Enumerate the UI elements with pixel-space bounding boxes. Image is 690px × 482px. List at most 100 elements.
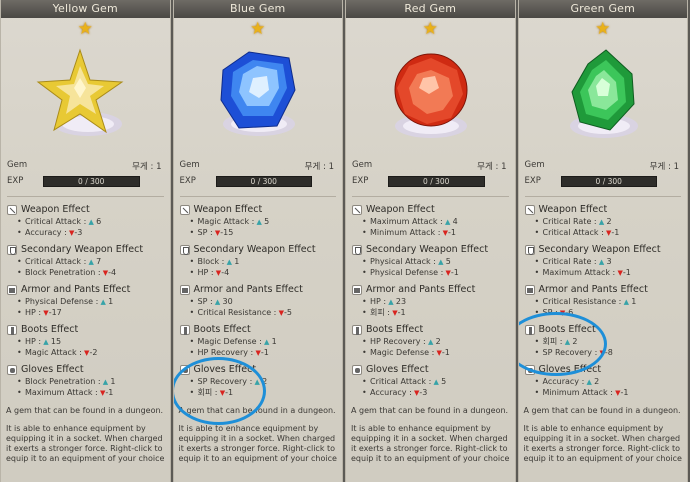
stat-row: Critical Attack : ▲ 7 [7,256,166,267]
stat-value: -5 [283,308,292,317]
secondary-icon [179,244,190,255]
stat-name: Physical Defense : [25,297,99,306]
stat-row: Magic Defense : ▲ 1 [180,336,339,347]
effect-header: Secondary Weapon Effect [352,243,511,256]
arrow-down-icon: ▼ [41,309,49,317]
stat-row: Accuracy : ▼-3 [352,387,511,398]
stat-value: 7 [96,257,102,266]
effect-title: Boots Effect [21,324,79,335]
weight-label: 무게 : 1 [132,162,162,172]
gem-description: A gem that can be found in a dungeon. It… [351,406,511,472]
weight-label: 무게 : 1 [649,162,679,172]
stat-value: -17 [48,308,62,317]
stat-value: 1 [271,337,277,346]
stat-value: -3 [74,228,83,237]
stat-row: Magic Attack : ▲ 5 [180,216,339,227]
arrow-up-icon: ▲ [261,338,272,346]
gem-tooltip-red: Red Gem ★ Gem 무게 : 1 EXP 0 / 300 Weapon … [345,0,516,482]
arrow-up-icon: ▲ [41,338,51,346]
weight-label: 무게 : 1 [304,162,334,172]
stat-row: Accuracy : ▲ 2 [525,376,684,387]
effect-title: Armor and Pants Effect [193,284,303,295]
exp-bar: 0 / 300 [388,176,485,187]
effect-block-secondary: Secondary Weapon EffectBlock : ▲ 1HP : ▼… [179,243,339,283]
stat-name: Block : [197,257,225,266]
stat-value: -1 [611,228,620,237]
stat-value: 4 [452,217,458,226]
yellow-star-gem-icon [1,44,170,144]
stat-name: Accuracy : [370,388,412,397]
effect-header: Armor and Pants Effect [524,283,684,296]
stat-name: Magic Attack : [25,348,82,357]
stat-name: HP Recovery : [370,337,426,346]
stat-name: Critical Attack : [542,228,604,237]
divider [179,196,336,197]
armor-icon [352,284,362,295]
stat-row: Maximum Attack : ▲ 4 [352,216,511,227]
effect-header: Weapon Effect [524,203,684,216]
stat-name: Critical Attack : [25,217,87,226]
exp-bar: 0 / 300 [43,176,140,187]
stat-row: HP : ▼-17 [7,307,166,318]
stat-row: Critical Attack : ▼-1 [525,227,684,238]
tooltip-title: Red Gem [346,0,515,18]
stat-name: Critical Attack : [370,377,432,386]
gem-label: Gem [179,160,200,170]
effect-header: Armor and Pants Effect [7,283,166,296]
exp-label: EXP [524,176,541,186]
arrow-down-icon: ▼ [612,389,621,397]
blue-cushion-gem-icon [174,44,343,144]
desc-line-2: It is able to enhance equipment by equip… [178,424,337,463]
star-icon: ★ [422,19,438,39]
effect-block-weapon: Weapon EffectMagic Attack : ▲ 5SP : ▼-15 [179,203,339,243]
effect-title: Weapon Effect [21,204,90,215]
stat-name: HP : [25,308,42,317]
arrow-up-icon: ▲ [596,258,607,266]
secondary-icon [352,244,362,255]
stat-name: Minimum Attack : [370,228,441,237]
exp-label: EXP [352,176,369,186]
effect-block-secondary: Secondary Weapon EffectPhysical Attack :… [352,243,511,283]
stat-name: 회피 : [370,308,390,317]
boots-icon [7,324,17,335]
stat-row: Maximum Attack : ▼-1 [7,387,166,398]
stat-row: Critical Rate : ▲ 2 [525,216,684,227]
stat-name: HP Recovery : [197,348,254,357]
effect-title: Weapon Effect [193,204,263,215]
exp-row: EXP 0 / 300 [352,176,507,188]
arrow-down-icon: ▼ [100,269,109,277]
effect-block-gloves: Gloves EffectBlock Penetration : ▲ 1Maxi… [7,363,166,403]
stat-value: -1 [441,348,450,357]
desc-line-2: It is able to enhance equipment by equip… [351,424,510,463]
arrow-down-icon: ▼ [440,229,449,237]
effect-title: Weapon Effect [366,204,435,215]
star-icon: ★ [250,19,266,39]
star-icon: ★ [77,19,93,39]
stat-value: -1 [620,388,629,397]
stat-value: -1 [622,268,631,277]
weapon-icon [179,204,190,215]
effect-title: Armor and Pants Effect [21,284,131,295]
stat-value: 3 [606,257,612,266]
effect-header: Boots Effect [352,323,511,336]
gem-type-row: Gem 무게 : 1 [7,160,162,172]
stat-row: Physical Defense : ▼-1 [352,267,511,278]
arrow-up-icon: ▲ [621,298,632,306]
arrow-up-icon: ▲ [442,218,453,226]
desc-line-2: It is able to enhance equipment by equip… [6,424,165,463]
stat-name: HP : [370,297,387,306]
arrow-down-icon: ▼ [443,269,451,277]
effect-header: Secondary Weapon Effect [7,243,166,256]
stat-name: Minimum Attack : [542,388,613,397]
effect-block-weapon: Weapon EffectMaximum Attack : ▲ 4Minimum… [352,203,511,243]
arrow-up-icon: ▲ [86,218,97,226]
arrow-up-icon: ▲ [98,298,109,306]
stat-name: Magic Defense : [197,337,262,346]
gem-tooltip-blue: Blue Gem ★ Gem 무게 : 1 EXP 0 / 300 Weapon… [172,0,343,482]
gem-type-row: Gem 무게 : 1 [180,160,335,172]
effect-block-armor: Armor and Pants EffectHP : ▲ 23회피 : ▼-1 [352,283,511,323]
stat-value: -3 [419,388,428,397]
armor-icon [179,284,190,295]
gem-type-row: Gem 무게 : 1 [352,160,507,172]
effect-title: Secondary Weapon Effect [21,244,144,255]
